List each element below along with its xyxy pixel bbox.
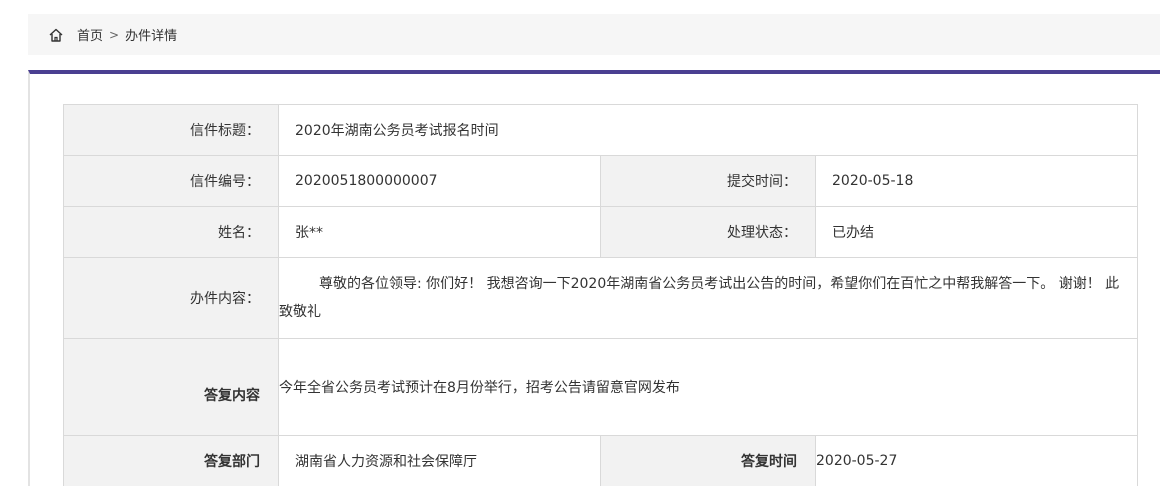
reply-label: 答复内容 <box>63 338 279 436</box>
title-label: 信件标题： <box>63 104 279 156</box>
number-value: 2020051800000007 <box>278 155 601 207</box>
name-label: 姓名： <box>63 206 279 258</box>
status-value: 已办结 <box>815 206 1138 258</box>
table-row: 答复部门 湖南省人力资源和社会保障厅 答复时间 2020-05-27 <box>63 435 1138 486</box>
name-value: 张** <box>278 206 601 258</box>
page: 首页 > 办件详情 信件标题： 2020年湖南公务员考试报名时间 信件编号： 2… <box>0 0 1160 486</box>
breadcrumb-current: 办件详情 <box>125 29 178 44</box>
title-value: 2020年湖南公务员考试报名时间 <box>278 104 1138 156</box>
table-row: 姓名： 张** 处理状态： 已办结 <box>63 206 1138 258</box>
reply-time-value: 2020-05-27 <box>815 435 1138 486</box>
content-cell: 尊敬的各位领导: 你们好！ 我想咨询一下2020年湖南省公务员考试出公告的时间，… <box>278 257 1138 339</box>
table-row: 答复内容 今年全省公务员考试预计在8月份举行，招考公告请留意官网发布 <box>63 338 1138 436</box>
content-value: 尊敬的各位领导: 你们好！ 我想咨询一下2020年湖南省公务员考试出公告的时间，… <box>279 276 1120 320</box>
reply-value: 今年全省公务员考试预计在8月份举行，招考公告请留意官网发布 <box>278 338 1138 436</box>
home-icon[interactable] <box>48 27 64 43</box>
number-label: 信件编号： <box>63 155 279 207</box>
detail-panel: 信件标题： 2020年湖南公务员考试报名时间 信件编号： 20200518000… <box>28 70 1160 486</box>
table-row: 办件内容： 尊敬的各位领导: 你们好！ 我想咨询一下2020年湖南省公务员考试出… <box>63 257 1138 339</box>
content-label: 办件内容： <box>63 257 279 339</box>
breadcrumb-separator: > <box>109 27 120 42</box>
detail-table: 信件标题： 2020年湖南公务员考试报名时间 信件编号： 20200518000… <box>63 104 1138 486</box>
table-row: 信件编号： 2020051800000007 提交时间： 2020-05-18 <box>63 155 1138 207</box>
reply-dept-value: 湖南省人力资源和社会保障厅 <box>278 435 601 486</box>
reply-dept-label: 答复部门 <box>63 435 279 486</box>
reply-time-label: 答复时间 <box>600 435 816 486</box>
status-label: 处理状态： <box>600 206 816 258</box>
table-row: 信件标题： 2020年湖南公务员考试报名时间 <box>63 104 1138 156</box>
submit-time-label: 提交时间： <box>600 155 816 207</box>
breadcrumb-home-link[interactable]: 首页 <box>77 25 103 44</box>
submit-time-value: 2020-05-18 <box>815 155 1138 207</box>
breadcrumb: 首页 > 办件详情 <box>28 14 1160 55</box>
